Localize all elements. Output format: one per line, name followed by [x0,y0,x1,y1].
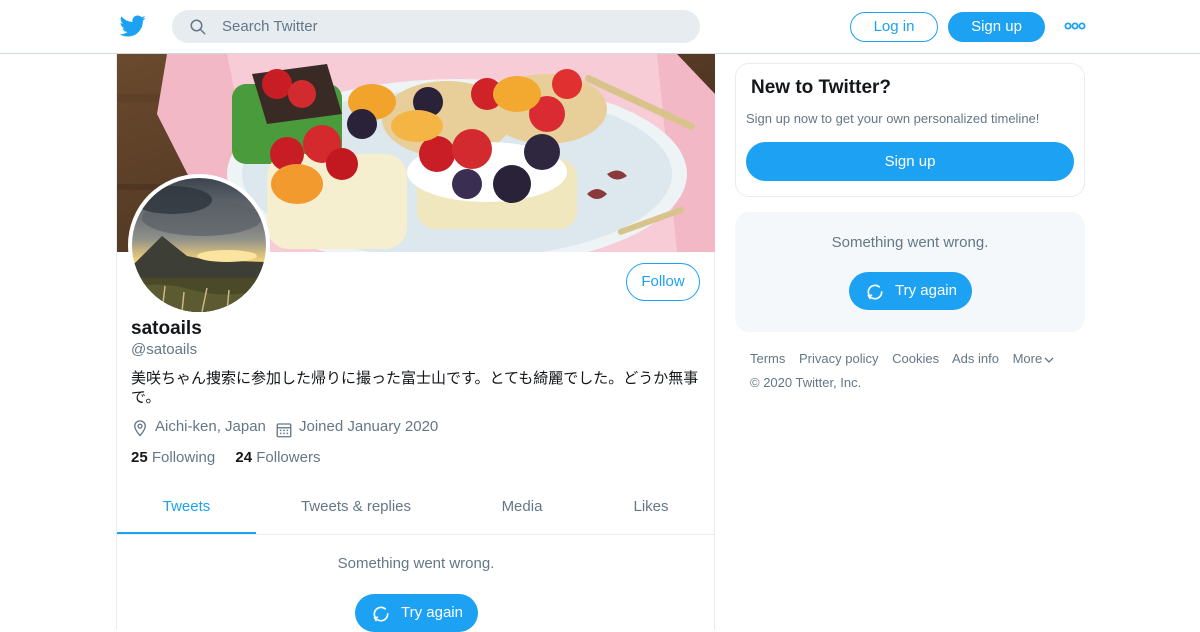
search-icon [190,19,206,35]
tab-likes[interactable]: Likes [611,484,691,534]
location-pin-icon [134,420,146,437]
follow-button[interactable]: Follow [626,263,700,301]
calendar-icon [276,423,292,438]
signup-button[interactable]: Sign up [948,12,1045,42]
sidebar-retry-button[interactable]: Try again [849,272,972,310]
timeline-retry-button[interactable]: Try again [355,594,478,632]
footer-links: Terms Privacy policy Cookies Ads info Mo… [750,351,1054,366]
tab-tweets-and-replies[interactable]: Tweets & replies [281,484,431,534]
footer-link-privacy[interactable]: Privacy policy [799,351,878,366]
following-link[interactable]: 25 Following [131,449,215,466]
profile-tabs: Tweets Tweets & replies Media Likes [117,484,715,535]
followers-link[interactable]: 24 Followers [235,449,320,466]
profile-stats: 25 Following 24 Followers [131,449,320,466]
new-to-twitter-card: New to Twitter? Sign up now to get your … [735,63,1085,197]
profile-location-text: Aichi-ken, Japan [155,418,266,435]
timeline-error-message: Something went wrong. [337,555,495,572]
sidebar-error-card: Something went wrong. Try again [735,212,1085,332]
search-input[interactable] [222,10,682,43]
chevron-down-icon [1044,357,1054,363]
profile-bio: 美咲ちゃん捜索に参加した帰りに撮った富士山です。とても綺麗でした。どうか無事で。 [131,370,699,406]
refresh-icon [373,606,389,622]
top-navigation-bar: Log in Sign up [0,0,1200,54]
more-horizontal-icon[interactable] [1064,19,1086,33]
footer-link-terms[interactable]: Terms [750,351,785,366]
profile-display-name: satoails [131,318,202,339]
signup-card-title: New to Twitter? [751,77,892,98]
profile-joined-text: Joined January 2020 [299,418,439,435]
copyright-text: © 2020 Twitter, Inc. [750,375,862,390]
twitter-bird-icon[interactable] [119,13,147,39]
footer-link-cookies[interactable]: Cookies [892,351,939,366]
profile-avatar[interactable] [128,174,270,316]
tab-media[interactable]: Media [472,484,572,534]
sidebar-signup-button[interactable]: Sign up [746,142,1074,181]
signup-card-subtitle: Sign up now to get your own personalized… [746,111,1040,126]
search-bar[interactable] [172,10,700,43]
profile-handle: @satoails [131,341,198,358]
footer-link-more[interactable]: More [1013,351,1055,366]
refresh-icon [867,284,883,300]
footer-link-ads-info[interactable]: Ads info [952,351,999,366]
login-button[interactable]: Log in [850,12,938,42]
sidebar-error-message: Something went wrong. [831,234,989,251]
tab-tweets[interactable]: Tweets [117,484,256,534]
profile-column: Follow satoails @satoails 美咲ちゃん捜索に参加した帰り… [116,54,715,632]
